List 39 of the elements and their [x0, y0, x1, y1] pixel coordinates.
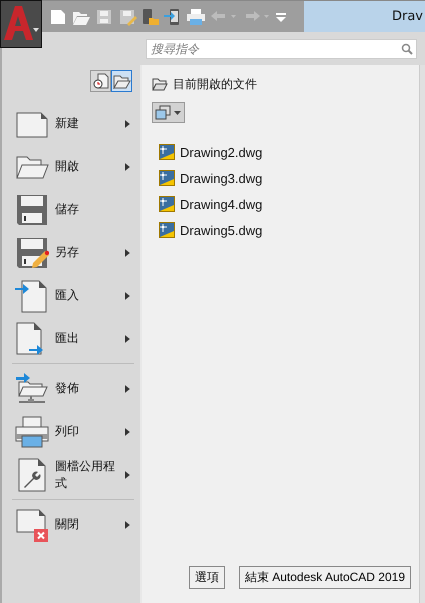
view-dropdown-button[interactable]	[152, 102, 185, 123]
menu-item[interactable]: 儲存	[2, 188, 140, 231]
document-item[interactable]: Drawing3.dwg	[159, 169, 419, 187]
drawing-file-icon	[159, 144, 175, 160]
exit-button[interactable]: 結束 Autodesk AutoCAD 2019	[238, 566, 411, 589]
floppy-pencil-icon[interactable]	[117, 8, 137, 26]
open-documents-button[interactable]	[111, 70, 132, 92]
menu-item[interactable]: 關閉	[2, 503, 140, 546]
document-item[interactable]: Drawing5.dwg	[159, 221, 419, 239]
menu-item[interactable]: 開啟	[2, 145, 140, 188]
phone-folder-icon[interactable]	[140, 8, 160, 26]
search-field[interactable]: 搜尋指令	[146, 39, 417, 59]
drawing-file-icon	[159, 222, 175, 238]
print-icon	[15, 414, 49, 448]
drawing-file-icon	[159, 170, 175, 186]
search-icon	[401, 43, 413, 55]
document-item[interactable]: Drawing2.dwg	[159, 143, 419, 161]
menu-item[interactable]: 另存	[2, 231, 140, 274]
section-heading: 目前開啟的文件	[173, 76, 257, 92]
menu-item[interactable]: 圖檔公用程式	[2, 453, 140, 496]
menu-item[interactable]: 發佈	[2, 367, 140, 410]
menu-item[interactable]: 新建	[2, 102, 140, 145]
options-button[interactable]: 選項	[188, 566, 225, 589]
menu-item[interactable]: 匯入	[2, 274, 140, 317]
saveas-icon	[15, 236, 49, 270]
menu-item[interactable]: 列印	[2, 410, 140, 453]
publish-icon	[15, 372, 49, 406]
window-title: Drav	[392, 9, 423, 24]
close-icon	[15, 508, 49, 542]
import-icon	[15, 278, 49, 312]
application-menu-button[interactable]	[0, 0, 42, 48]
folder-icon	[152, 77, 168, 91]
save-icon	[15, 192, 49, 226]
document-item[interactable]: Drawing4.dwg	[159, 195, 419, 213]
recent-documents-button[interactable]	[90, 70, 111, 92]
drawing-file-icon	[159, 196, 175, 212]
new-icon[interactable]	[48, 8, 68, 26]
menu-item[interactable]: 匯出	[2, 317, 140, 360]
printer-icon[interactable]	[186, 8, 206, 26]
